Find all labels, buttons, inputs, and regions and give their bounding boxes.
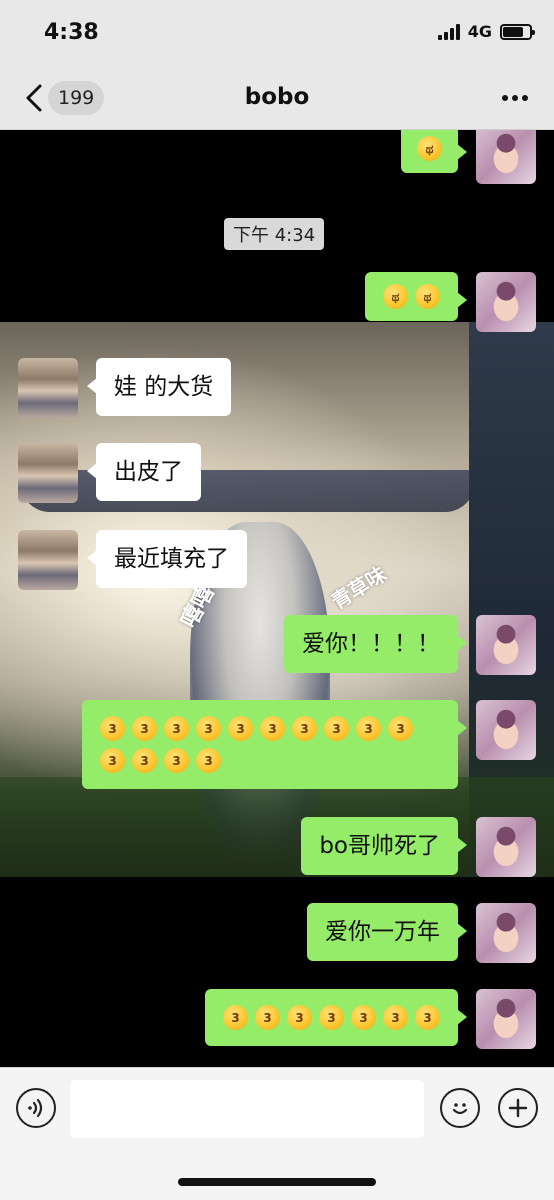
text-message-bubble[interactable]: bo哥帅死了 bbox=[301, 817, 467, 875]
emoji-button[interactable] bbox=[440, 1088, 480, 1128]
text-message-bubble[interactable]: 娃 的大货 bbox=[86, 358, 232, 416]
kissing-face-emoji: 3 bbox=[356, 716, 381, 741]
emoji-message-bubble[interactable]: ಥ bbox=[401, 130, 467, 173]
kissing-face-emoji: 3 bbox=[324, 716, 349, 741]
my-avatar[interactable] bbox=[476, 700, 536, 760]
emoji-message-bubble[interactable]: ಥ ಥ bbox=[365, 272, 467, 321]
emoji-message-bubble[interactable]: 3333333 bbox=[205, 989, 467, 1046]
status-icons: 4G bbox=[437, 22, 535, 41]
status-time: 4:38 bbox=[44, 20, 99, 45]
network-type: 4G bbox=[467, 22, 492, 41]
smiley-icon bbox=[452, 1103, 468, 1115]
chat-background-photo: 嘻嘻嘻 青草味 bbox=[0, 322, 554, 877]
signal-icon bbox=[437, 23, 460, 40]
kissing-face-emoji: 3 bbox=[164, 716, 189, 741]
my-avatar[interactable] bbox=[476, 130, 536, 184]
text-message-bubble[interactable]: 爱你！！！！ bbox=[284, 615, 467, 673]
kissing-face-emoji: 3 bbox=[351, 1005, 376, 1030]
kissing-face-emoji: 3 bbox=[388, 716, 413, 741]
my-avatar[interactable] bbox=[476, 903, 536, 963]
my-avatar[interactable] bbox=[476, 989, 536, 1049]
kissing-face-emoji: 3 bbox=[260, 716, 285, 741]
text-message-bubble[interactable]: 出皮了 bbox=[87, 443, 201, 501]
kissing-face-emoji: 3 bbox=[292, 716, 317, 741]
text-message-bubble[interactable]: 爱你一万年 bbox=[307, 903, 467, 961]
crying-face-emoji: ಥ bbox=[383, 284, 408, 309]
crying-face-emoji: ಥ bbox=[417, 136, 442, 161]
kissing-face-emoji: 3 bbox=[255, 1005, 280, 1030]
message-timestamp: 下午 4:34 bbox=[224, 218, 325, 250]
kissing-face-emoji: 3 bbox=[383, 1005, 408, 1030]
more-options-icon[interactable] bbox=[502, 95, 528, 101]
add-button[interactable] bbox=[498, 1088, 538, 1128]
battery-level bbox=[503, 26, 523, 37]
kissing-face-emoji: 3 bbox=[228, 716, 253, 741]
photo-overlay-text: 青草味 bbox=[326, 561, 391, 614]
battery-icon bbox=[500, 23, 535, 40]
text-message-bubble[interactable]: 最近填充了 bbox=[87, 530, 247, 588]
kissing-face-emoji: 3 bbox=[100, 748, 125, 773]
message-input[interactable] bbox=[70, 1080, 424, 1138]
emoji-message-bubble[interactable]: 33333333333333 bbox=[82, 700, 467, 789]
voice-button[interactable] bbox=[16, 1088, 56, 1128]
chat-area[interactable]: 嘻嘻嘻 青草味 ಥ 下午 4:34 ಥ ಥ 娃 的大货 出皮了 最近填充了 爱你… bbox=[0, 130, 554, 1067]
kissing-face-emoji: 3 bbox=[100, 716, 125, 741]
voice-icon bbox=[28, 1098, 43, 1118]
my-avatar[interactable] bbox=[476, 272, 536, 332]
top-bar: 4:38 4G 199 bobo bbox=[0, 0, 554, 130]
contact-avatar[interactable] bbox=[18, 358, 78, 418]
kissing-face-emoji: 3 bbox=[132, 716, 157, 741]
kissing-face-emoji: 3 bbox=[164, 748, 189, 773]
plus-icon bbox=[508, 1098, 528, 1118]
my-avatar[interactable] bbox=[476, 817, 536, 877]
chat-title: bobo bbox=[244, 84, 310, 110]
kissing-face-emoji: 3 bbox=[319, 1005, 344, 1030]
home-indicator bbox=[178, 1178, 376, 1186]
my-avatar[interactable] bbox=[476, 615, 536, 675]
kissing-face-emoji: 3 bbox=[287, 1005, 312, 1030]
contact-avatar[interactable] bbox=[18, 443, 78, 503]
kissing-face-emoji: 3 bbox=[415, 1005, 440, 1030]
contact-avatar[interactable] bbox=[18, 530, 78, 590]
kissing-face-emoji: 3 bbox=[196, 716, 221, 741]
kissing-face-emoji: 3 bbox=[196, 748, 221, 773]
kissing-face-emoji: 3 bbox=[132, 748, 157, 773]
kissing-face-emoji: 3 bbox=[223, 1005, 248, 1030]
crying-face-emoji: ಥ bbox=[415, 284, 440, 309]
